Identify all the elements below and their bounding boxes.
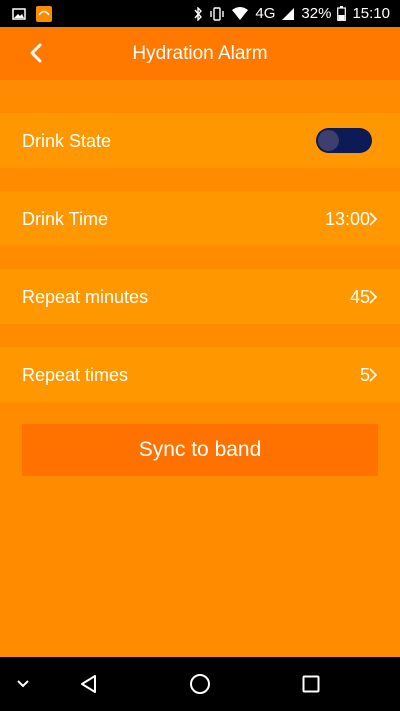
toggle-knob [318, 130, 339, 151]
image-icon [12, 7, 26, 20]
battery-icon [337, 6, 347, 21]
sync-to-band-button[interactable]: Sync to band [22, 424, 378, 476]
back-icon[interactable] [76, 671, 102, 697]
chevron-right-icon [369, 212, 378, 226]
signal-icon [281, 7, 295, 21]
app-notification-icon [36, 5, 52, 22]
repeat-times-label: Repeat times [22, 365, 129, 385]
home-icon[interactable] [187, 671, 213, 697]
collapse-icon[interactable] [10, 671, 36, 697]
drink-time-value: 13:00 [324, 209, 370, 229]
status-bar: 4G 32% 15:10 [0, 0, 400, 27]
network-type: 4G [255, 5, 276, 22]
bluetooth-icon [193, 6, 203, 21]
drink-state-row: Drink State [0, 113, 400, 168]
repeat-minutes-label: Repeat minutes [22, 287, 149, 307]
drink-state-label: Drink State [22, 131, 112, 151]
battery-percent: 32% [301, 5, 332, 22]
vibrate-icon [209, 6, 225, 21]
repeat-minutes-value: 45 [349, 287, 370, 307]
title-bar: Hydration Alarm [0, 27, 400, 80]
chevron-right-icon [369, 368, 378, 382]
drink-state-toggle[interactable] [316, 128, 372, 153]
chevron-right-icon [369, 290, 378, 304]
clock: 15:10 [352, 5, 390, 22]
nav-bar [0, 657, 400, 711]
recents-icon[interactable] [298, 671, 324, 697]
repeat-minutes-row[interactable]: Repeat minutes 45 [0, 269, 400, 324]
page-title: Hydration Alarm [132, 43, 268, 64]
drink-time-row[interactable]: Drink Time 13:00 [0, 191, 400, 246]
repeat-times-row[interactable]: Repeat times 5 [0, 347, 400, 402]
wifi-icon [231, 6, 249, 21]
drink-time-label: Drink Time [22, 209, 109, 229]
